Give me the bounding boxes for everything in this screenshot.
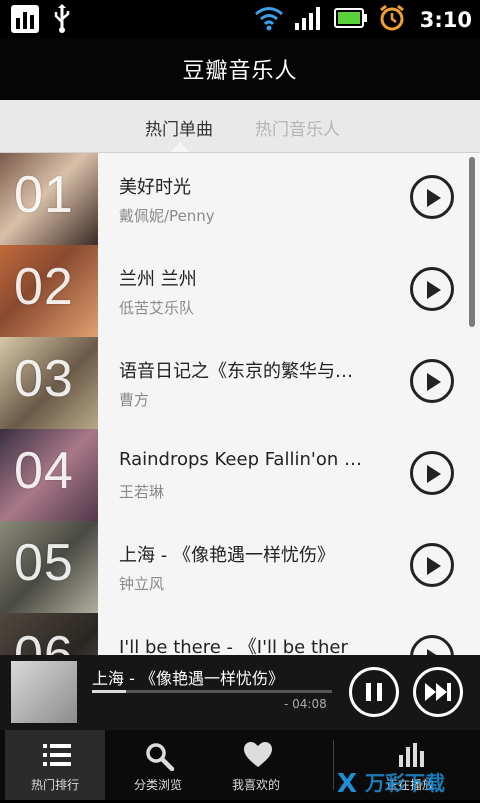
song-row[interactable]: 04 Raindrops Keep Fallin'on … 王若琳 <box>0 429 480 522</box>
nav-category-browse[interactable]: 分类浏览 <box>108 730 208 800</box>
signal-icon <box>294 5 324 35</box>
status-bar: 3:10 <box>0 0 480 38</box>
rank-number: 03 <box>14 350 74 408</box>
svg-text:万彩下载: 万彩下载 <box>364 771 445 795</box>
app-icon <box>10 4 40 38</box>
tab-hot-musicians[interactable]: 热门音乐人 <box>255 115 340 140</box>
play-button[interactable] <box>410 543 454 587</box>
song-row[interactable]: 03 语音日记之《东京的繁华与… 曹方 <box>0 337 480 430</box>
title-bar: 豆瓣音乐人 <box>0 38 480 100</box>
song-list[interactable]: 01 美好时光 戴佩妮/Penny 02 兰州 兰州 低苦艾乐队 03 语音日记… <box>0 153 480 655</box>
rank-number: 02 <box>14 258 74 316</box>
tab-hot-singles[interactable]: 热门单曲 <box>145 115 213 140</box>
nav-label: 热门排行 <box>30 778 79 792</box>
progress-bar[interactable] <box>92 690 332 693</box>
song-title: I'll be there - 《I'll be ther <box>119 637 348 655</box>
pause-button[interactable] <box>349 667 399 717</box>
nav-label: 我喜欢的 <box>231 778 280 792</box>
watermark-logo: X 万彩下载 <box>335 765 475 799</box>
song-artist: 钟立风 <box>119 575 165 593</box>
song-thumbnail: 02 <box>0 245 98 337</box>
nav-favorites[interactable]: 我喜欢的 <box>206 730 306 800</box>
page-title: 豆瓣音乐人 <box>182 59 298 84</box>
next-icon <box>425 683 451 701</box>
tab-bar: 热门单曲 热门音乐人 <box>0 100 480 153</box>
battery-icon <box>333 6 368 34</box>
play-button[interactable] <box>410 451 454 495</box>
play-icon <box>427 189 441 207</box>
song-title: 语音日记之《东京的繁华与… <box>119 361 353 382</box>
alarm-icon <box>378 4 406 36</box>
play-icon <box>427 465 441 483</box>
song-artist: 低苦艾乐队 <box>119 299 195 317</box>
rank-number: 01 <box>14 166 74 224</box>
pause-icon <box>366 683 382 701</box>
song-thumbnail: 05 <box>0 521 98 613</box>
song-row[interactable]: 05 上海 - 《像艳遇一样忧伤》 钟立风 <box>0 521 480 614</box>
usb-icon <box>52 4 72 38</box>
now-playing-thumbnail <box>11 661 77 723</box>
rank-number: 06 <box>14 626 74 655</box>
song-title: 上海 - 《像艳遇一样忧伤》 <box>119 545 335 566</box>
rank-number: 04 <box>14 442 74 500</box>
active-tab-indicator <box>171 142 189 152</box>
play-icon <box>427 281 441 299</box>
list-scrollbar[interactable] <box>469 157 475 327</box>
now-playing-title: 上海 - 《像艳遇一样忧伤》 <box>92 669 284 688</box>
svg-text:X: X <box>337 769 357 799</box>
song-row[interactable]: 02 兰州 兰州 低苦艾乐队 <box>0 245 480 338</box>
song-title: 兰州 兰州 <box>119 269 197 290</box>
song-artist: 曹方 <box>119 391 150 409</box>
song-thumbnail: 04 <box>0 429 98 521</box>
play-icon <box>427 557 441 575</box>
play-button[interactable] <box>410 635 454 655</box>
play-icon <box>427 649 437 655</box>
list-icon <box>41 741 73 773</box>
remaining-time: - 04:08 <box>284 697 327 711</box>
wifi-icon <box>254 5 284 35</box>
song-thumbnail: 06 <box>0 613 98 655</box>
nav-hot-ranking[interactable]: 热门排行 <box>5 730 105 800</box>
song-thumbnail: 03 <box>0 337 98 429</box>
rank-number: 05 <box>14 534 74 592</box>
song-artist: 戴佩妮/Penny <box>119 207 215 225</box>
search-icon <box>144 741 176 775</box>
now-playing-bar[interactable]: 上海 - 《像艳遇一样忧伤》 - 04:08 <box>0 655 480 730</box>
song-title: 美好时光 <box>119 177 191 198</box>
song-artist: 王若琳 <box>119 483 165 501</box>
song-thumbnail: 01 <box>0 153 98 245</box>
play-button[interactable] <box>410 359 454 403</box>
play-icon <box>427 373 441 391</box>
song-row[interactable]: 01 美好时光 戴佩妮/Penny <box>0 153 480 246</box>
progress-fill <box>92 690 126 693</box>
song-title: Raindrops Keep Fallin'on … <box>119 449 362 470</box>
play-button[interactable] <box>410 267 454 311</box>
heart-icon <box>242 741 274 773</box>
song-row[interactable]: 06 I'll be there - 《I'll be ther <box>0 613 480 655</box>
clock-time: 3:10 <box>419 8 472 32</box>
nav-divider <box>333 740 334 790</box>
play-button[interactable] <box>410 175 454 219</box>
nav-label: 分类浏览 <box>133 778 182 792</box>
next-button[interactable] <box>413 667 463 717</box>
